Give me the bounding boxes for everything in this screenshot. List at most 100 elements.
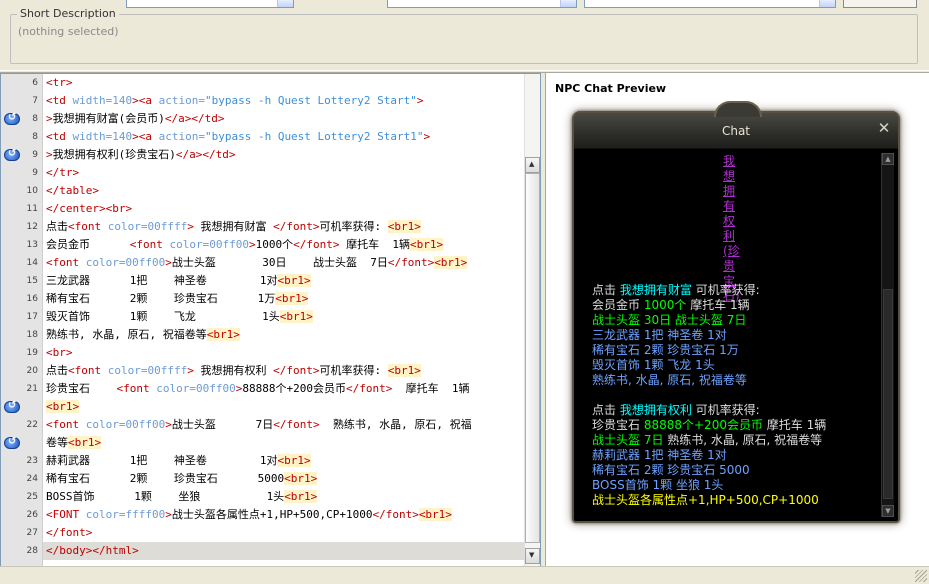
code-line[interactable]: <tr> — [43, 74, 525, 92]
line-number: 24 — [26, 474, 38, 484]
chevron-down-icon[interactable] — [819, 0, 835, 7]
scroll-thumb[interactable] — [525, 173, 540, 543]
close-icon[interactable]: ✕ — [876, 120, 892, 136]
code-token: action= — [158, 94, 205, 107]
code-line[interactable]: 毁灭首饰 1颗 飞龙 1头<br1> — [43, 308, 525, 326]
chat-scroll-thumb[interactable] — [883, 289, 893, 499]
code-token: 三龙武器 1把 神圣卷 1对 — [46, 274, 278, 287]
code-line[interactable]: <br> — [43, 344, 525, 362]
code-line[interactable]: </table> — [43, 182, 525, 200]
code-line[interactable]: 卷等<br1> — [43, 434, 525, 452]
line-number: 17 — [26, 312, 38, 322]
code-line[interactable]: 稀有宝石 2颗 珍贵宝石 5000<br1> — [43, 470, 525, 488]
code-token: <font — [46, 418, 86, 431]
type-combo[interactable] — [126, 0, 294, 8]
html-editor[interactable]: 6788991011121314151617181920212223242526… — [0, 73, 541, 567]
code-line[interactable]: <font color=00ff00>战士头盔 7日</font> 熟练书, 水… — [43, 416, 525, 434]
code-line[interactable]: <td width=140><a action="bypass -h Quest… — [43, 128, 525, 146]
chat-line: 稀有宝石 2颗 珍贵宝石 1万 — [592, 343, 878, 358]
line-number: 15 — [26, 276, 38, 286]
code-token: 熟练书, 水晶, 原石, 祝福 — [332, 418, 472, 431]
code-line[interactable]: <FONT color=ffff00>战士头盔各属性点+1,HP+500,CP+… — [43, 506, 525, 524]
chat-link-power[interactable]: 我想拥有权利(珍贵宝石) — [723, 154, 741, 304]
resize-grip-icon[interactable] — [915, 570, 927, 582]
code-token: ><a — [132, 130, 159, 143]
code-line[interactable]: 三龙武器 1把 神圣卷 1对<br1> — [43, 272, 525, 290]
chat-line: 珍贵宝石 88888个+200会员币 摩托车 1辆 — [592, 418, 878, 433]
target-combo[interactable] — [584, 0, 836, 8]
code-line[interactable]: </center><br> — [43, 200, 525, 218]
chat-text: 稀有宝石 2颗 珍贵宝石 5000 — [592, 463, 750, 477]
code-line[interactable]: 赫莉武器 1把 神圣卷 1对<br1> — [43, 452, 525, 470]
code-line[interactable]: </font> — [43, 524, 525, 542]
scroll-up-icon[interactable] — [525, 157, 540, 173]
line-number: 14 — [26, 258, 38, 268]
code-token: color=00ff00 — [169, 238, 249, 251]
code-line[interactable]: </tr> — [43, 164, 525, 182]
code-token: 战士头盔 7日 — [171, 418, 274, 431]
code-token: 战士头盔 30日 战士头盔 7日 — [171, 256, 388, 269]
code-token: </font> — [345, 382, 406, 395]
code-line[interactable]: </body></html> — [43, 542, 525, 560]
code-token: 稀有宝石 2颗 珍贵宝石 1万 — [46, 292, 276, 305]
line-number: 10 — [26, 186, 38, 196]
category-combo[interactable] — [387, 0, 577, 8]
code-token: > — [46, 148, 53, 161]
chat-scrollbar[interactable]: ▲ ▼ — [881, 153, 894, 517]
code-line[interactable]: <td width=140><a action="bypass -h Quest… — [43, 92, 525, 110]
code-line[interactable]: 稀有宝石 2颗 珍贵宝石 1万<br1> — [43, 290, 525, 308]
code-token: <td — [46, 94, 73, 107]
code-token: 点击 — [46, 220, 68, 233]
code-token: 熟练书, 水晶, 原石, 祝福卷等 — [46, 328, 207, 341]
chat-text: 战士头盔各属性点+1,HP+500,CP+1000 — [592, 493, 819, 507]
chat-line: 战士头盔各属性点+1,HP+500,CP+1000 — [592, 493, 878, 508]
code-line[interactable]: 珍贵宝石 <font color=00ff00>88888个+200会员币</f… — [43, 380, 525, 398]
code-token: <br> — [46, 346, 73, 359]
code-line[interactable]: >我想拥有权利(珍贵宝石)</a></td> — [43, 146, 525, 164]
chat-text: 战士头盔 30日 战士头盔 7日 — [592, 313, 747, 327]
code-token: <br1> — [434, 256, 468, 269]
code-line[interactable]: <br1> — [43, 398, 525, 416]
bookmark-icon[interactable] — [4, 148, 20, 161]
code-token: > — [46, 112, 53, 125]
code-token: 卷等 — [46, 436, 68, 449]
code-line[interactable]: <font color=00ff00>战士头盔 30日 战士头盔 7日</fon… — [43, 254, 525, 272]
code-token: <br1> — [206, 328, 240, 341]
editor-vertical-scrollbar[interactable] — [524, 74, 540, 566]
bookmark-icon[interactable] — [4, 436, 20, 449]
code-line[interactable]: 点击<font color=00ffff> 我想拥有权利 </font>可机率获… — [43, 362, 525, 380]
code-token: </font> — [372, 508, 419, 521]
code-line[interactable]: >我想拥有财富(会员币)</a></td> — [43, 110, 525, 128]
chat-line: 熟练书, 水晶, 原石, 祝福卷等 — [592, 373, 878, 388]
toolbar-button[interactable] — [843, 0, 917, 8]
code-area[interactable]: <tr> <td width=140><a action="bypass -h Q… — [43, 74, 525, 566]
code-token: color=00ff00 — [85, 256, 166, 269]
chat-scroll-up-icon[interactable]: ▲ — [882, 153, 894, 165]
code-token: 战士头盔各属性点+1,HP+500,CP+1000 — [171, 508, 373, 521]
chat-text: 毁灭首饰 1颗 飞龙 1头 — [592, 358, 715, 372]
code-token: <tr> — [46, 76, 73, 89]
bookmark-icon[interactable] — [4, 400, 20, 413]
code-line[interactable]: 会员金币 <font color=00ff00>1000个</font> 摩托车… — [43, 236, 525, 254]
code-line[interactable]: BOSS首饰 1颗 坐狼 1头<br1> — [43, 488, 525, 506]
bookmark-icon[interactable] — [4, 112, 20, 125]
chat-scroll-down-icon[interactable]: ▼ — [882, 505, 894, 517]
status-bar — [0, 566, 929, 584]
chat-text: 珍贵宝石 — [592, 418, 644, 432]
line-number: 18 — [26, 330, 38, 340]
code-token: <br1> — [418, 508, 452, 521]
scroll-down-icon[interactable] — [525, 548, 540, 564]
code-token: 我想拥有权利(珍贵宝石) — [52, 148, 176, 161]
npc-chat-preview-panel: NPC Chat Preview Chat ✕ 我想拥有权利(珍贵宝石) 点击 … — [545, 73, 929, 567]
chevron-down-icon[interactable] — [560, 0, 576, 7]
chat-line: 战士头盔 7日 熟练书, 水晶, 原石, 祝福卷等 — [592, 433, 878, 448]
code-token: </font> — [273, 220, 320, 233]
chat-text: 可机率获得: — [691, 283, 760, 297]
chat-text: 1000个 — [643, 298, 687, 312]
code-token: > — [423, 130, 431, 143]
chat-line: 点击 我想拥有权利 可机率获得: — [592, 403, 878, 418]
code-line[interactable]: 点击<font color=00ffff> 我想拥有财富 </font>可机率获… — [43, 218, 525, 236]
code-line[interactable]: 熟练书, 水晶, 原石, 祝福卷等<br1> — [43, 326, 525, 344]
chevron-down-icon[interactable] — [277, 0, 293, 7]
code-token: </table> — [46, 184, 99, 197]
